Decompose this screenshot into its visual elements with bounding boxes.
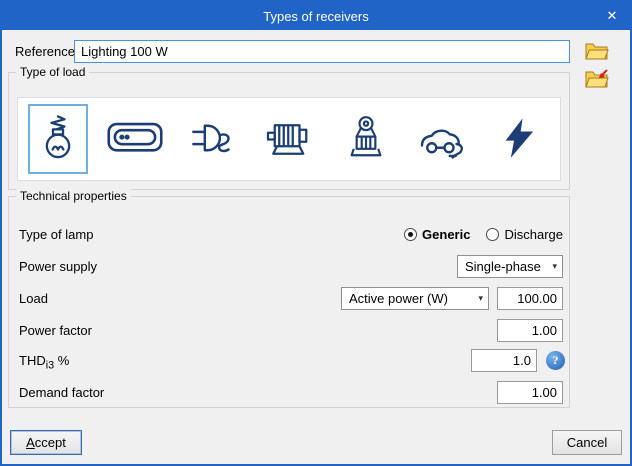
power-supply-row: Power supply Single-phase ▾ (19, 255, 563, 278)
folder-export-red-arrow-icon (585, 68, 609, 92)
demand-factor-input[interactable] (497, 381, 563, 404)
load-type-hoist[interactable] (336, 104, 396, 174)
chevron-down-icon: ▾ (552, 261, 557, 271)
load-type-plug[interactable] (182, 104, 242, 174)
power-factor-row: Power factor (19, 319, 563, 342)
close-icon: ✕ (606, 8, 618, 23)
load-row: Load Active power (W) ▾ (19, 287, 563, 310)
power-supply-select[interactable]: Single-phase ▾ (457, 255, 563, 278)
accept-button[interactable]: Accept (10, 430, 82, 455)
motor-icon (265, 114, 313, 165)
chevron-down-icon: ▾ (478, 293, 483, 303)
fluorescent-luminaire-icon (107, 120, 163, 159)
radio-dot-icon (486, 228, 500, 241)
help-button[interactable]: ? (546, 351, 565, 370)
reference-label: Reference (15, 44, 75, 59)
load-label: Load (19, 291, 48, 306)
plug-icon (189, 115, 235, 164)
dialog-types-of-receivers: Types of receivers ✕ Reference Type of l… (0, 0, 632, 466)
load-value-input[interactable] (497, 287, 563, 310)
technical-properties-title: Technical properties (16, 189, 131, 203)
radio-discharge-label: Discharge (504, 227, 563, 242)
load-type-strip (17, 97, 561, 181)
cancel-button[interactable]: Cancel (552, 430, 622, 455)
load-mode-select[interactable]: Active power (W) ▾ (341, 287, 489, 310)
title-bar: Types of receivers ✕ (2, 2, 630, 30)
lightning-bolt-icon (499, 115, 541, 164)
thd-row: THDi3 % ? (19, 349, 565, 372)
open-folder-button[interactable] (582, 39, 612, 65)
type-of-lamp-label: Type of lamp (19, 227, 94, 242)
type-of-load-title: Type of load (16, 65, 90, 79)
type-of-load-group: Type of load (8, 65, 570, 190)
power-factor-input[interactable] (497, 319, 563, 342)
power-supply-label: Power supply (19, 259, 98, 274)
folder-open-icon (585, 41, 609, 64)
demand-factor-label: Demand factor (19, 385, 105, 400)
incandescent-lamp-icon (35, 114, 81, 164)
load-type-generic[interactable] (490, 104, 550, 174)
power-factor-label: Power factor (19, 323, 92, 338)
power-supply-value: Single-phase (465, 259, 541, 274)
radio-dot-icon (404, 228, 418, 241)
electric-vehicle-icon (418, 114, 468, 165)
dialog-title: Types of receivers (263, 8, 369, 24)
technical-properties-group: Technical properties Type of lamp Generi… (8, 189, 570, 408)
thd-input[interactable] (471, 349, 537, 372)
load-type-incandescent[interactable] (28, 104, 88, 174)
load-mode-value: Active power (W) (349, 291, 448, 306)
radio-discharge[interactable]: Discharge (486, 227, 563, 242)
hoist-machine-icon (343, 115, 389, 164)
load-type-electric-vehicle[interactable] (413, 104, 473, 174)
type-of-lamp-row: Type of lamp Generic Discharge (19, 223, 563, 246)
export-folder-button[interactable] (582, 67, 612, 93)
thd-label: THDi3 % (19, 353, 70, 372)
radio-generic-label: Generic (422, 227, 471, 242)
load-type-fluorescent[interactable] (105, 104, 165, 174)
radio-generic[interactable]: Generic (404, 227, 470, 242)
type-of-lamp-radios: Generic Discharge (404, 223, 563, 246)
question-mark-icon: ? (552, 353, 559, 367)
reference-input[interactable] (74, 40, 570, 63)
close-button[interactable]: ✕ (594, 2, 630, 30)
demand-factor-row: Demand factor (19, 381, 563, 404)
load-type-motor[interactable] (259, 104, 319, 174)
